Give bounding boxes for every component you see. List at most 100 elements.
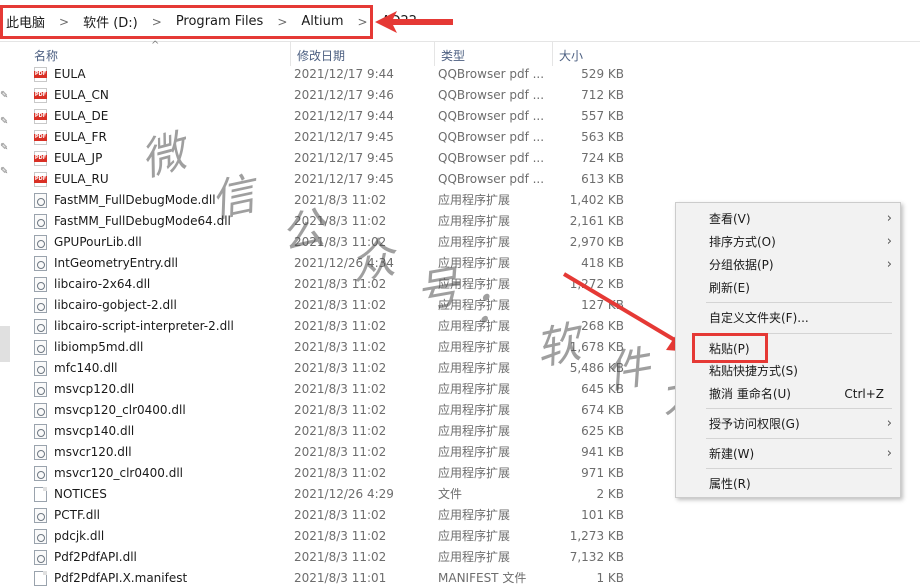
- file-type: QQBrowser pdf ...: [438, 88, 545, 102]
- dll-file-icon: [34, 403, 47, 418]
- pin-icon: ✎: [0, 166, 9, 177]
- file-type: 应用程序扩展: [438, 529, 511, 543]
- file-type: 应用程序扩展: [438, 319, 511, 333]
- file-size: 724 KB: [581, 151, 624, 165]
- file-name: Pdf2PdfAPI.X.manifest: [54, 571, 188, 585]
- file-row[interactable]: EULA_CN 2021/12/17 9:46 QQBrowser pdf ... 7…: [14, 85, 674, 106]
- menu-item-group[interactable]: 分组依据(P) ›: [676, 254, 900, 276]
- pdf-file-icon: [34, 130, 47, 145]
- file-size: 674 KB: [581, 403, 624, 417]
- file-name: EULA: [54, 67, 86, 81]
- file-row[interactable]: msvcr120.dll 2021/8/3 11:02 应用程序扩展 941 KB: [14, 442, 674, 463]
- nav-scrollbar[interactable]: [0, 326, 10, 362]
- menu-item-label: 属性(R): [709, 477, 751, 491]
- file-row[interactable]: Pdf2PdfAPI.X.manifest 2021/8/3 11:01 MANIF…: [14, 568, 674, 588]
- file-date: 2021/12/17 9:45: [294, 151, 394, 165]
- dll-file-icon: [34, 550, 47, 565]
- column-header-row: ^ 名称 修改日期 类型 大小: [14, 40, 920, 66]
- file-date: 2021/8/3 11:02: [294, 298, 387, 312]
- menu-item-label: 新建(W): [709, 447, 755, 461]
- file-size: 2,970 KB: [569, 235, 624, 249]
- file-name: IntGeometryEntry.dll: [54, 256, 179, 270]
- file-type: 应用程序扩展: [438, 550, 511, 564]
- file-row[interactable]: msvcp120.dll 2021/8/3 11:02 应用程序扩展 645 KB: [14, 379, 674, 400]
- file-name: msvcp140.dll: [54, 424, 135, 438]
- file-size: 1,273 KB: [569, 529, 624, 543]
- file-row[interactable]: pdcjk.dll 2021/8/3 11:02 应用程序扩展 1,273 KB: [14, 526, 674, 547]
- menu-item-customize-folder[interactable]: 自定义文件夹(F)...: [676, 307, 900, 329]
- file-row[interactable]: EULA_RU 2021/12/17 9:45 QQBrowser pdf ... 6…: [14, 169, 674, 190]
- file-size: 645 KB: [581, 382, 624, 396]
- text-file-icon: [34, 571, 47, 586]
- file-type: MANIFEST 文件: [438, 571, 527, 585]
- menu-item-paste-shortcut[interactable]: 粘贴快捷方式(S): [676, 360, 900, 382]
- file-row[interactable]: msvcr120_clr0400.dll 2021/8/3 11:02 应用程序扩展…: [14, 463, 674, 484]
- column-header-type[interactable]: 类型: [434, 42, 552, 66]
- file-name: EULA_RU: [54, 172, 109, 186]
- file-type: 应用程序扩展: [438, 298, 511, 312]
- file-name: libcairo-gobject-2.dll: [54, 298, 177, 312]
- menu-item-grant-access[interactable]: 授予访问权限(G) ›: [676, 413, 900, 435]
- dll-file-icon: [34, 214, 47, 229]
- menu-item-view[interactable]: 查看(V) ›: [676, 208, 900, 230]
- dll-file-icon: [34, 319, 47, 334]
- file-type: 应用程序扩展: [438, 235, 511, 249]
- file-row[interactable]: NOTICES 2021/12/26 4:29 文件 2 KB: [14, 484, 674, 505]
- file-size: 2 KB: [596, 487, 624, 501]
- file-row[interactable]: EULA_FR 2021/12/17 9:45 QQBrowser pdf ... 5…: [14, 127, 674, 148]
- column-header-size[interactable]: 大小: [552, 42, 632, 66]
- file-row[interactable]: msvcp140.dll 2021/8/3 11:02 应用程序扩展 625 KB: [14, 421, 674, 442]
- file-date: 2021/8/3 11:02: [294, 466, 387, 480]
- file-size: 563 KB: [581, 130, 624, 144]
- file-size: 712 KB: [581, 88, 624, 102]
- column-header-name[interactable]: 名称: [28, 42, 290, 66]
- file-row[interactable]: EULA_DE 2021/12/17 9:44 QQBrowser pdf ... 5…: [14, 106, 674, 127]
- file-name: mfc140.dll: [54, 361, 118, 375]
- menu-item-refresh[interactable]: 刷新(E): [676, 277, 900, 299]
- dll-file-icon: [34, 529, 47, 544]
- file-row[interactable]: GPUPourLib.dll 2021/8/3 11:02 应用程序扩展 2,970 …: [14, 232, 674, 253]
- file-row[interactable]: EULA 2021/12/17 9:44 QQBrowser pdf ... 529 …: [14, 64, 674, 85]
- file-type: 应用程序扩展: [438, 214, 511, 228]
- dll-file-icon: [34, 466, 47, 481]
- menu-item-new[interactable]: 新建(W) ›: [676, 443, 900, 465]
- dll-file-icon: [34, 508, 47, 523]
- file-date: 2021/8/3 11:02: [294, 277, 387, 291]
- file-name: msvcr120.dll: [54, 445, 132, 459]
- file-type: 应用程序扩展: [438, 361, 511, 375]
- file-row[interactable]: EULA_JP 2021/12/17 9:45 QQBrowser pdf ... 7…: [14, 148, 674, 169]
- file-type: QQBrowser pdf ...: [438, 67, 545, 81]
- pdf-file-icon: [34, 172, 47, 187]
- dll-file-icon: [34, 424, 47, 439]
- file-name: msvcr120_clr0400.dll: [54, 466, 183, 480]
- file-size: 1,402 KB: [569, 193, 624, 207]
- file-name: FastMM_FullDebugMode64.dll: [54, 214, 231, 228]
- chevron-right-icon: ›: [886, 416, 892, 431]
- file-name: libiomp5md.dll: [54, 340, 144, 354]
- menu-item-label: 分组依据(P): [709, 258, 774, 272]
- file-size: 529 KB: [581, 67, 624, 81]
- file-row[interactable]: FastMM_FullDebugMode64.dll 2021/8/3 11:02…: [14, 211, 674, 232]
- file-row[interactable]: PCTF.dll 2021/8/3 11:02 应用程序扩展 101 KB: [14, 505, 674, 526]
- paste-highlight-box: [692, 333, 768, 363]
- file-row[interactable]: Pdf2PdfAPI.dll 2021/8/3 11:02 应用程序扩展 7,132 …: [14, 547, 674, 568]
- file-type: QQBrowser pdf ...: [438, 109, 545, 123]
- file-row[interactable]: msvcp120_clr0400.dll 2021/8/3 11:02 应用程序扩展…: [14, 400, 674, 421]
- pdf-file-icon: [34, 109, 47, 124]
- file-name: PCTF.dll: [54, 508, 101, 522]
- menu-item-properties[interactable]: 属性(R): [676, 473, 900, 495]
- menu-item-undo-rename[interactable]: 撤消 重命名(U) Ctrl+Z: [676, 383, 900, 405]
- menu-item-sort[interactable]: 排序方式(O) ›: [676, 231, 900, 253]
- file-type: 应用程序扩展: [438, 466, 511, 480]
- file-size: 941 KB: [581, 445, 624, 459]
- dll-file-icon: [34, 256, 47, 271]
- file-row[interactable]: FastMM_FullDebugMode.dll 2021/8/3 11:02 应用…: [14, 190, 674, 211]
- menu-separator: [706, 468, 892, 469]
- chevron-right-icon: ›: [886, 446, 892, 461]
- menu-item-label: 查看(V): [709, 212, 751, 226]
- navigation-pane[interactable]: ✎ ✎ ✎ ✎: [0, 42, 14, 588]
- file-type: 应用程序扩展: [438, 445, 511, 459]
- column-header-date[interactable]: 修改日期: [290, 42, 434, 66]
- file-row[interactable]: mfc140.dll 2021/8/3 11:02 应用程序扩展 5,486 KB: [14, 358, 674, 379]
- dll-file-icon: [34, 361, 47, 376]
